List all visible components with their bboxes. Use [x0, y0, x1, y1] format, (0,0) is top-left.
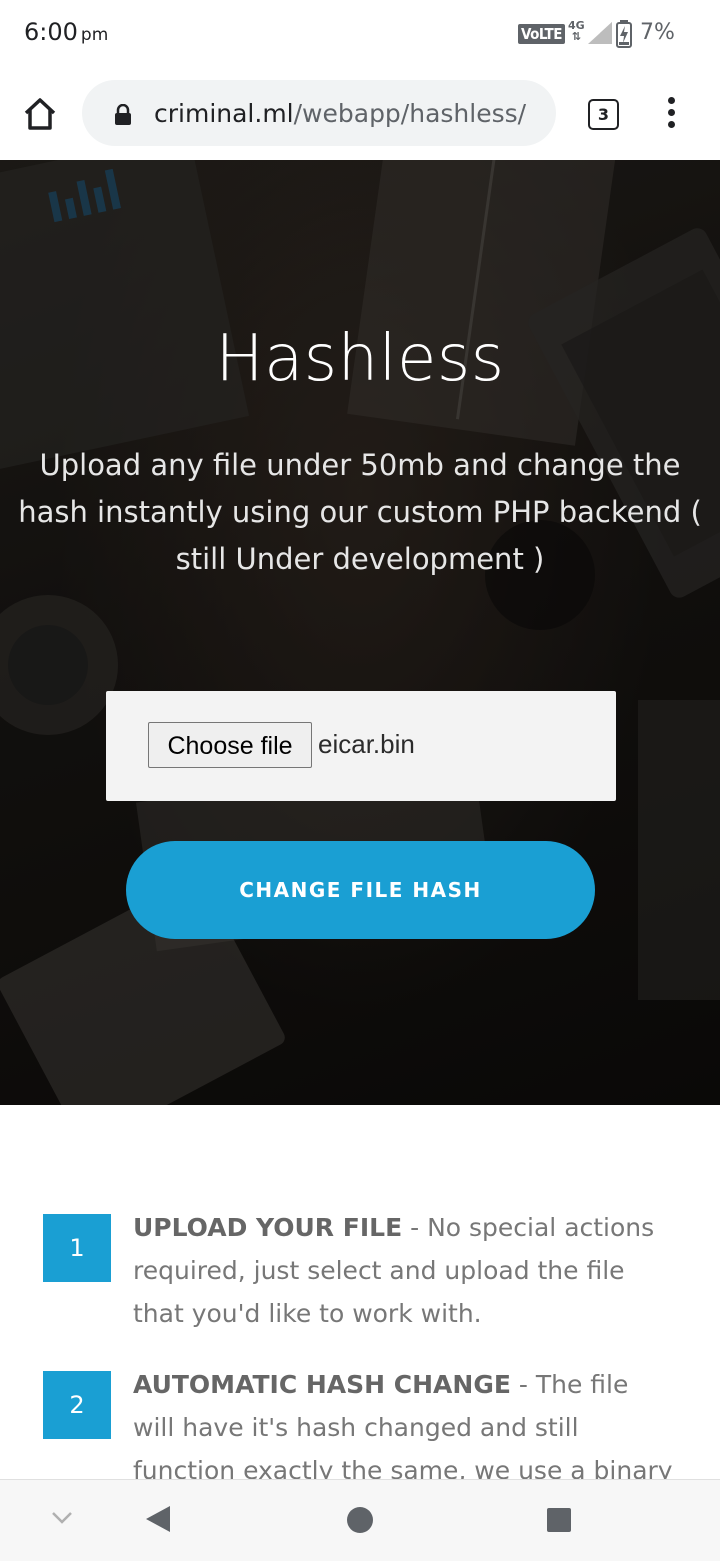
clock-ampm: pm — [80, 25, 109, 45]
recents-icon[interactable] — [546, 1507, 572, 1533]
signal-strength-icon — [588, 22, 612, 44]
hero-section: Hashless Upload any file under 50mb and … — [0, 160, 720, 1105]
volte-indicator: VoLTE — [518, 24, 565, 44]
back-icon[interactable] — [144, 1504, 172, 1534]
home-nav-icon[interactable] — [346, 1506, 374, 1534]
data-arrows-icon: ⇅ — [571, 30, 581, 43]
status-bar: 6:00 pm VoLTE 4G ⇅ 7% — [0, 0, 720, 68]
url-path: /webapp/hashless/ — [293, 99, 527, 128]
choose-file-button[interactable]: Choose file — [148, 722, 312, 768]
clock-time: 6:00 — [24, 18, 78, 46]
url-host: criminal.ml — [154, 99, 294, 128]
hero-subtitle: Upload any file under 50mb and change th… — [18, 448, 702, 576]
more-options-icon[interactable] — [668, 97, 675, 133]
desk-background-image — [0, 160, 720, 1105]
selected-file-name: eicar.bin — [318, 729, 415, 759]
tab-switcher-button[interactable]: 3 — [588, 99, 619, 130]
change-file-hash-button[interactable]: CHANGE FILE HASH — [126, 841, 595, 939]
system-navigation-bar — [0, 1479, 720, 1561]
step-description: UPLOAD YOUR FILE - No special actions re… — [133, 1206, 673, 1335]
steps-section: 1 UPLOAD YOUR FILE - No special actions … — [0, 1105, 720, 1480]
address-bar[interactable]: criminal.ml/webapp/hashless/ — [82, 80, 556, 146]
browser-toolbar: criminal.ml/webapp/hashless/ 3 — [0, 68, 720, 160]
lock-icon — [115, 104, 131, 125]
step-number-badge: 1 — [43, 1214, 111, 1282]
file-upload-box: Choose file eicar.bin — [106, 691, 616, 801]
battery-percentage: 7% — [640, 20, 675, 45]
home-icon[interactable] — [22, 96, 58, 132]
url-text[interactable]: criminal.ml/webapp/hashless/ — [154, 99, 526, 128]
step-number-badge: 2 — [43, 1371, 111, 1439]
step-description: AUTOMATIC HASH CHANGE - The file will ha… — [133, 1363, 673, 1480]
hero-title: Hashless — [215, 322, 505, 396]
battery-charging-icon — [616, 20, 632, 48]
chevron-down-icon[interactable] — [50, 1510, 74, 1526]
step-title: AUTOMATIC HASH CHANGE — [133, 1370, 511, 1399]
network-type-indicator: 4G ⇅ — [568, 20, 585, 42]
status-time: 6:00 pm — [24, 18, 108, 46]
step-title: UPLOAD YOUR FILE — [133, 1213, 403, 1242]
